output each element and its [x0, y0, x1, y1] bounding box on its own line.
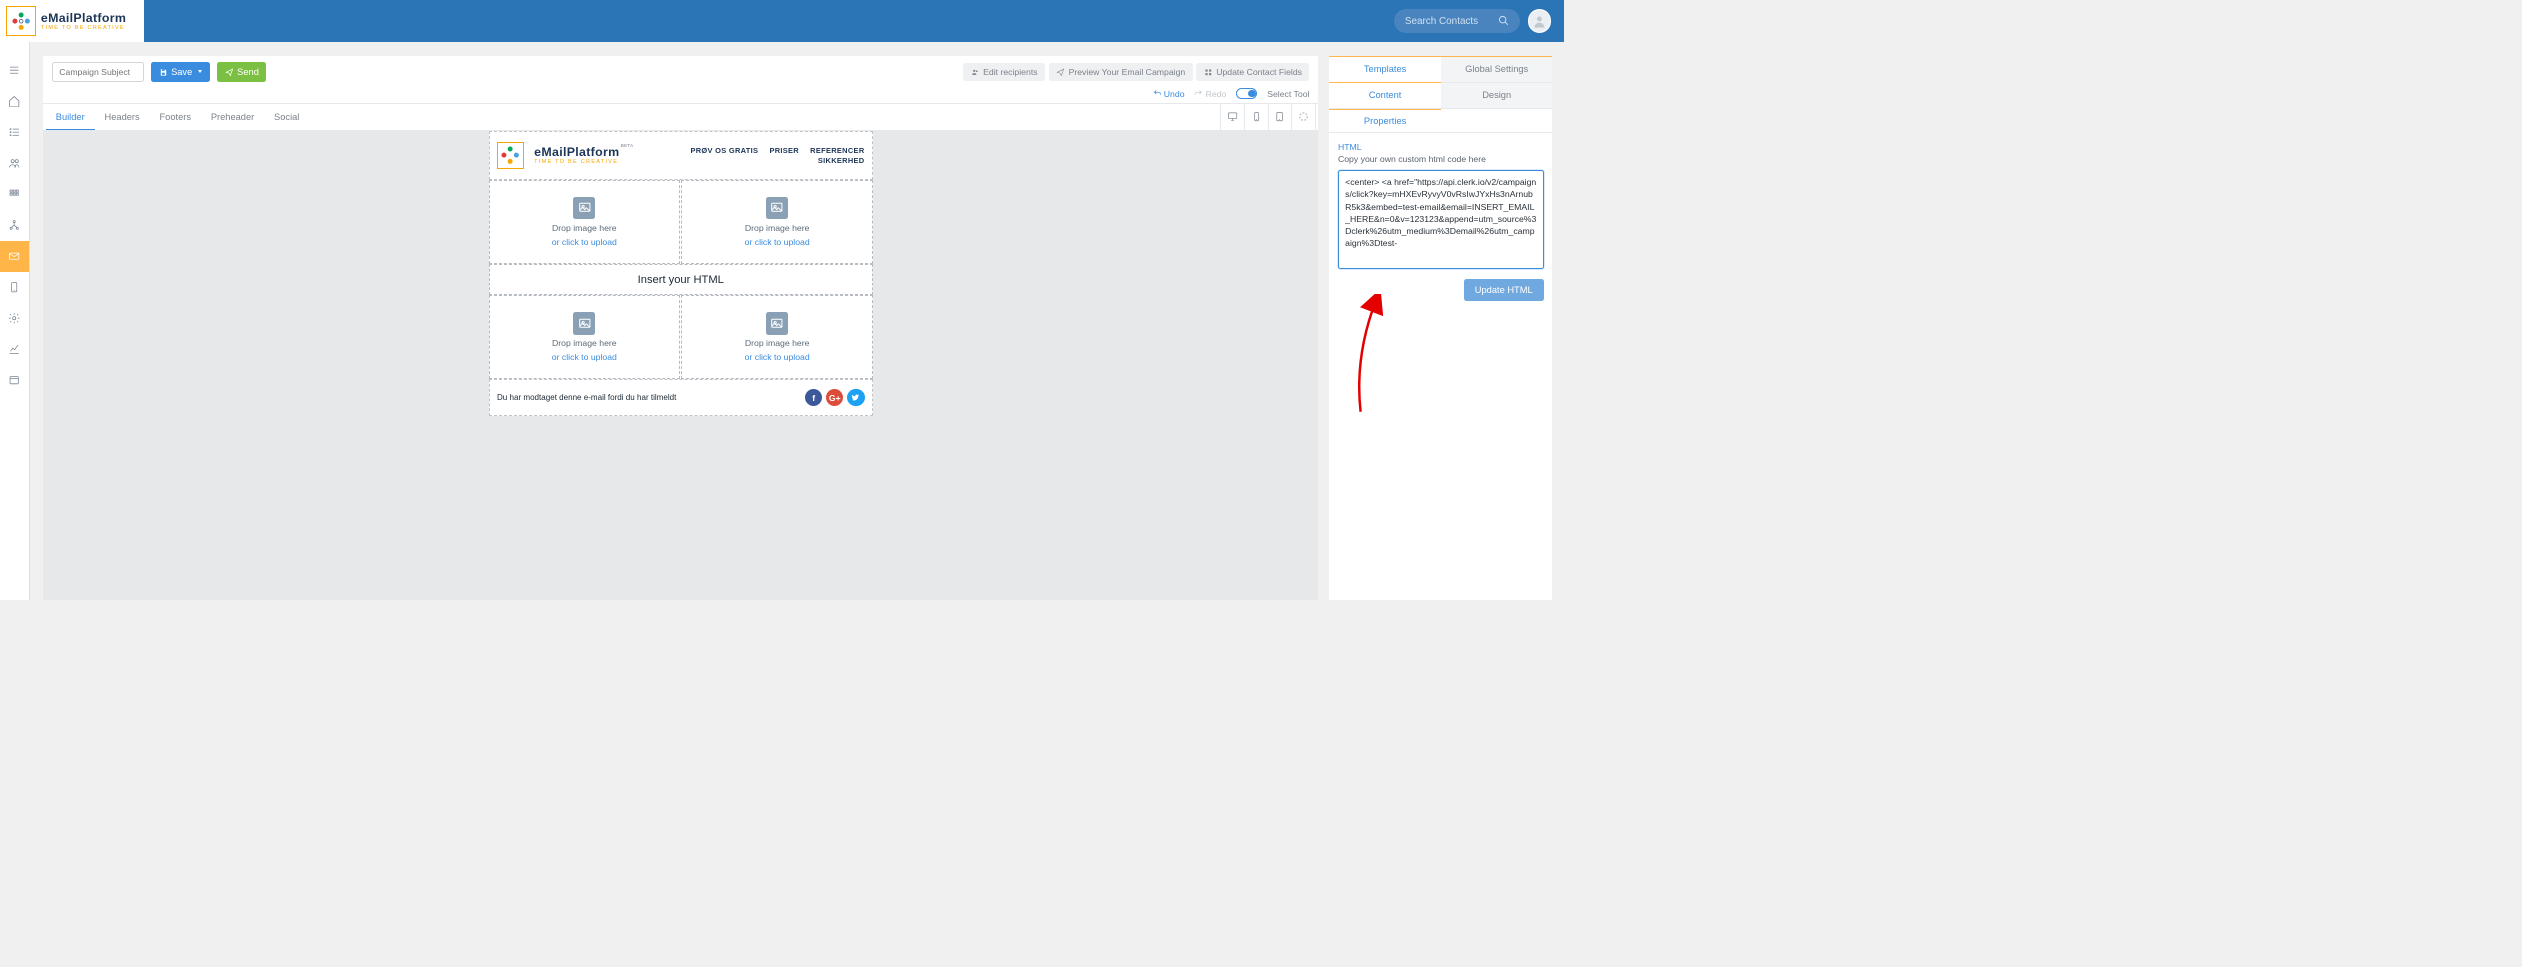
- editor-panel: Save Send Edit recipients Preview Your E…: [43, 56, 1318, 600]
- search-contacts[interactable]: Search Contacts: [1394, 9, 1521, 34]
- tab-footers[interactable]: Footers: [150, 104, 201, 129]
- nav-grid[interactable]: [0, 179, 29, 210]
- update-fields-button[interactable]: Update Contact Fields: [1196, 63, 1309, 82]
- navlink-c[interactable]: REFERENCER: [810, 146, 864, 155]
- device-tablet[interactable]: [1269, 104, 1293, 130]
- nav-analytics[interactable]: [0, 334, 29, 365]
- tab-global-settings[interactable]: Global Settings: [1441, 57, 1553, 83]
- tab-headers[interactable]: Headers: [95, 104, 150, 129]
- tab-properties[interactable]: Properties: [1329, 109, 1441, 133]
- image-dropzone[interactable]: Drop image hereor click to upload: [489, 180, 681, 264]
- edit-recipients-button[interactable]: Edit recipients: [963, 63, 1045, 82]
- image-icon: [766, 312, 788, 334]
- nav-email[interactable]: [0, 241, 29, 272]
- navlink-a[interactable]: PRØV OS GRATIS: [690, 146, 758, 155]
- search-placeholder: Search Contacts: [1405, 16, 1478, 27]
- tab-content[interactable]: Content: [1329, 83, 1441, 109]
- select-tool-label: Select Tool: [1267, 89, 1309, 99]
- email-header-block[interactable]: eMailPlatform TIME TO BE CREATIVE BETA P…: [489, 131, 873, 180]
- user-avatar[interactable]: [1528, 9, 1552, 33]
- side-nav: [0, 42, 30, 599]
- preview-button[interactable]: Preview Your Email Campaign: [1049, 63, 1193, 82]
- twitter-icon[interactable]: [847, 389, 864, 406]
- html-block[interactable]: Insert your HTML: [489, 264, 873, 295]
- image-dropzone[interactable]: Drop image hereor click to upload: [681, 180, 873, 264]
- campaign-subject-input[interactable]: [52, 62, 144, 82]
- image-icon: [766, 197, 788, 219]
- navlink-d[interactable]: SIKKERHED: [818, 156, 865, 165]
- device-desktop[interactable]: [1221, 104, 1245, 130]
- save-button[interactable]: Save: [151, 62, 210, 82]
- save-icon: [159, 68, 168, 77]
- select-tool-toggle[interactable]: [1236, 88, 1257, 99]
- users-icon: [971, 68, 980, 77]
- tab-preheader[interactable]: Preheader: [201, 104, 264, 129]
- brand-text: eMailPlatform TIME TO BE CREATIVE: [41, 11, 126, 31]
- send-outline-icon: [1056, 68, 1065, 77]
- top-bar: eMailPlatform TIME TO BE CREATIVE Search…: [0, 0, 1564, 42]
- search-icon: [1498, 15, 1509, 26]
- beta-label: BETA: [621, 144, 634, 149]
- update-html-button[interactable]: Update HTML: [1464, 279, 1544, 301]
- editor-tabs: Builder Headers Footers Preheader Social: [43, 103, 1318, 131]
- nav-item-1[interactable]: [0, 55, 29, 86]
- tab-templates[interactable]: Templates: [1329, 57, 1441, 83]
- redo-button: Redo: [1194, 89, 1226, 99]
- image-dropzone[interactable]: Drop image hereor click to upload: [489, 295, 681, 379]
- html-hint: Copy your own custom html code here: [1338, 154, 1544, 164]
- nav-home[interactable]: [0, 86, 29, 117]
- image-dropzone[interactable]: Drop image hereor click to upload: [681, 295, 873, 379]
- redo-icon: [1194, 89, 1203, 98]
- email-footer-block[interactable]: Du har modtaget denne e-mail fordi du ha…: [489, 379, 873, 416]
- right-panel: Templates Global Settings Content Design…: [1329, 56, 1552, 600]
- footer-text: Du har modtaget denne e-mail fordi du ha…: [497, 393, 676, 402]
- brand-text: eMailPlatform TIME TO BE CREATIVE: [534, 145, 619, 165]
- loading-spinner-icon: [1292, 104, 1316, 130]
- email-canvas: eMailPlatform TIME TO BE CREATIVE BETA P…: [43, 131, 1318, 600]
- tab-builder[interactable]: Builder: [46, 104, 95, 130]
- nav-users[interactable]: [0, 148, 29, 179]
- logo-icon: [6, 6, 36, 36]
- navlink-b[interactable]: PRISER: [769, 146, 799, 155]
- tab-design[interactable]: Design: [1441, 83, 1553, 109]
- undo-button[interactable]: Undo: [1153, 89, 1185, 99]
- grid-icon: [1204, 68, 1213, 77]
- undo-icon: [1153, 89, 1162, 98]
- social-icons: f G+: [805, 389, 865, 406]
- nav-flow[interactable]: [0, 210, 29, 241]
- nav-window[interactable]: [0, 365, 29, 396]
- email-nav-links: PRØV OS GRATIS PRISER REFERENCER SIKKERH…: [690, 146, 864, 165]
- brand-logo[interactable]: eMailPlatform TIME TO BE CREATIVE: [0, 0, 144, 42]
- image-icon: [573, 312, 595, 334]
- annotation-arrow: [1342, 294, 1392, 418]
- device-mobile[interactable]: [1245, 104, 1269, 130]
- googleplus-icon[interactable]: G+: [826, 389, 843, 406]
- send-button[interactable]: Send: [217, 62, 266, 82]
- html-code-input[interactable]: [1338, 170, 1544, 269]
- image-icon: [573, 197, 595, 219]
- nav-list[interactable]: [0, 117, 29, 148]
- logo-icon: [497, 142, 524, 169]
- html-section-label: HTML: [1338, 142, 1544, 152]
- send-icon: [225, 68, 234, 77]
- facebook-icon[interactable]: f: [805, 389, 822, 406]
- nav-mobile[interactable]: [0, 272, 29, 303]
- nav-settings[interactable]: [0, 303, 29, 334]
- tab-social[interactable]: Social: [264, 104, 309, 129]
